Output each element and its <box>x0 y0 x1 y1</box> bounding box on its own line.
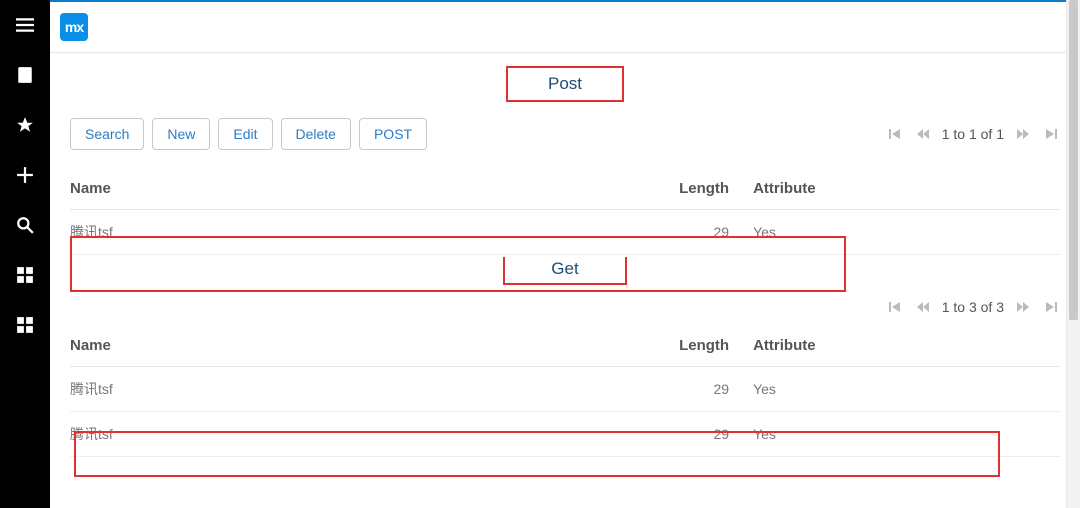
col-name[interactable]: Name <box>70 325 615 367</box>
page-icon <box>16 66 34 84</box>
new-button[interactable]: New <box>152 118 210 150</box>
section-title-get: Get <box>503 257 626 285</box>
app-header: mx <box>50 2 1080 53</box>
cell-length: 29 <box>615 412 754 457</box>
sidebar-star[interactable] <box>0 100 50 150</box>
table-row[interactable]: 腾讯tsf 29 Yes <box>70 412 1060 457</box>
table-row[interactable]: 腾讯tsf 29 Yes <box>70 210 1060 255</box>
search-icon <box>16 216 34 234</box>
sidebar-add[interactable] <box>0 150 50 200</box>
app-logo[interactable]: mx <box>60 13 88 41</box>
sidebar <box>0 0 50 508</box>
page-prev-fast[interactable] <box>914 126 932 142</box>
sidebar-grid-2[interactable] <box>0 300 50 350</box>
edit-button[interactable]: Edit <box>218 118 272 150</box>
page-last[interactable] <box>1042 299 1060 315</box>
col-length[interactable]: Length <box>615 325 754 367</box>
cell-attribute: Yes <box>753 367 1060 412</box>
star-icon <box>16 116 34 134</box>
page-first[interactable] <box>886 299 904 315</box>
grid-icon <box>16 316 34 334</box>
sidebar-hamburger[interactable] <box>0 0 50 50</box>
col-attribute[interactable]: Attribute <box>753 325 1060 367</box>
cell-name: 腾讯tsf <box>70 412 615 457</box>
hamburger-icon <box>16 16 34 34</box>
col-name[interactable]: Name <box>70 168 615 210</box>
page-content: Post Search New Edit Delete POST 1 to 1 … <box>50 54 1080 508</box>
page-prev-fast[interactable] <box>914 299 932 315</box>
search-button[interactable]: Search <box>70 118 144 150</box>
page-info: 1 to 1 of 1 <box>942 126 1004 142</box>
col-attribute[interactable]: Attribute <box>753 168 1060 210</box>
cell-length: 29 <box>615 210 754 255</box>
sidebar-grid-1[interactable] <box>0 250 50 300</box>
page-next-fast[interactable] <box>1014 126 1032 142</box>
paginator-post: 1 to 1 of 1 <box>886 126 1060 142</box>
table-post: Name Length Attribute 腾讯tsf 29 Yes <box>70 168 1060 255</box>
cell-attribute: Yes <box>753 412 1060 457</box>
cell-attribute: Yes <box>753 210 1060 255</box>
table-row[interactable]: 腾讯tsf 29 Yes <box>70 367 1060 412</box>
scrollbar-thumb[interactable] <box>1069 0 1078 320</box>
grid-icon <box>16 266 34 284</box>
paginator-get: 1 to 3 of 3 <box>886 299 1060 315</box>
sidebar-search[interactable] <box>0 200 50 250</box>
page-info: 1 to 3 of 3 <box>942 299 1004 315</box>
toolbar: Search New Edit Delete POST <box>70 118 427 150</box>
section-title-post: Post <box>506 66 624 102</box>
table-get: Name Length Attribute 腾讯tsf 29 Yes 腾讯tsf… <box>70 325 1060 457</box>
cell-length: 29 <box>615 367 754 412</box>
page-first[interactable] <box>886 126 904 142</box>
plus-icon <box>16 166 34 184</box>
cell-name: 腾讯tsf <box>70 210 615 255</box>
vertical-scrollbar[interactable] <box>1066 0 1080 508</box>
page-next-fast[interactable] <box>1014 299 1032 315</box>
sidebar-page[interactable] <box>0 50 50 100</box>
post-button[interactable]: POST <box>359 118 427 150</box>
page-last[interactable] <box>1042 126 1060 142</box>
delete-button[interactable]: Delete <box>281 118 351 150</box>
col-length[interactable]: Length <box>615 168 754 210</box>
cell-name: 腾讯tsf <box>70 367 615 412</box>
